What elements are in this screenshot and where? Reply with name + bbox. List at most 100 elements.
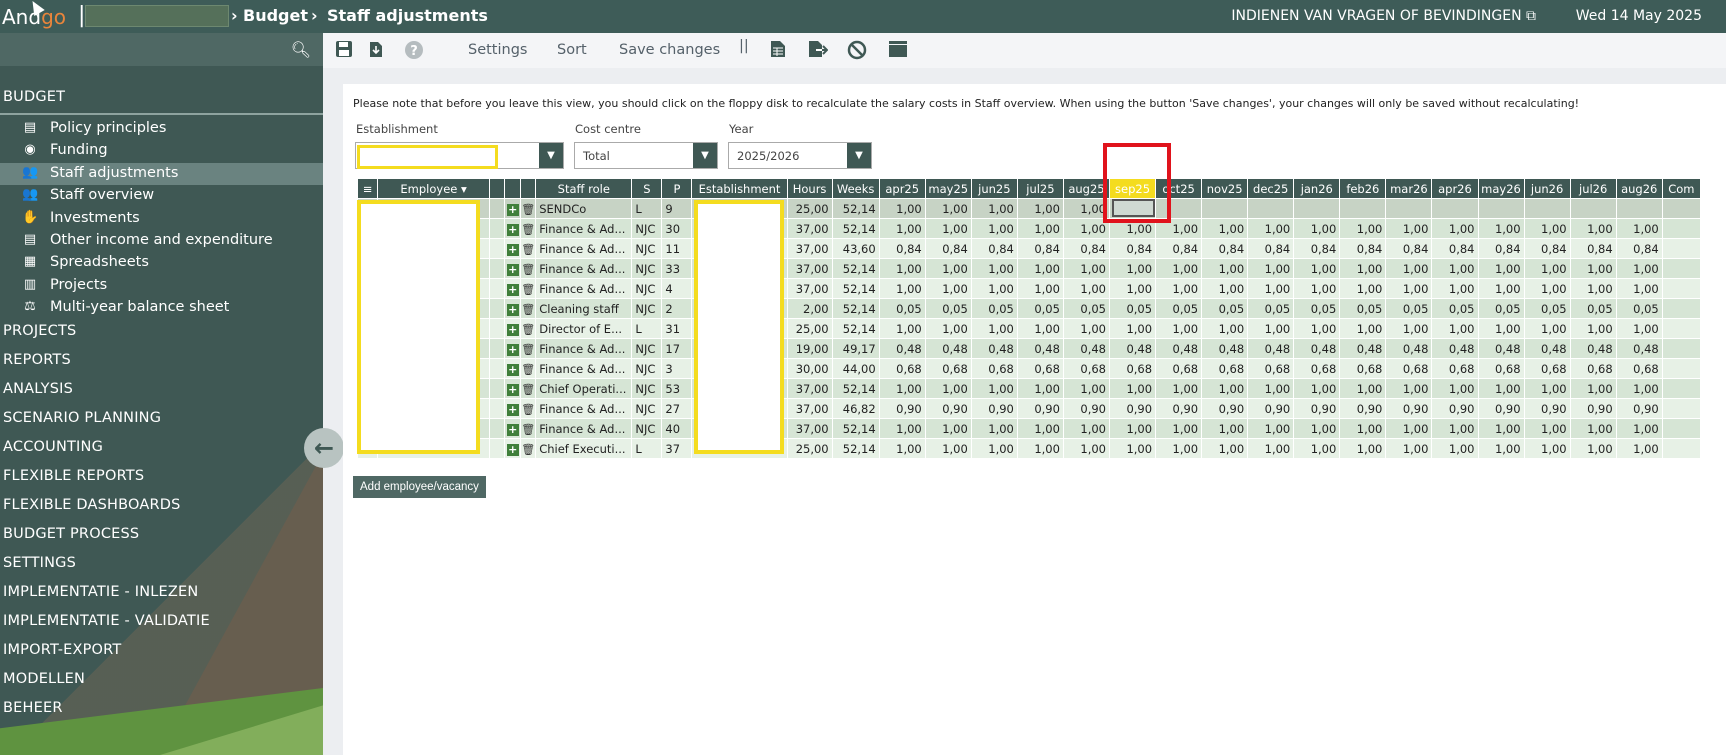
com-cell[interactable]: [1661, 338, 1702, 359]
delete-row-cell[interactable]: 🗑︎: [520, 238, 537, 259]
hours-cell[interactable]: 37,00: [786, 418, 833, 439]
month-value-cell[interactable]: 1,00: [878, 198, 926, 219]
month-value-cell[interactable]: 1,00: [1247, 418, 1295, 439]
sidebar-item-staff-overview[interactable]: 👥 Staff overview: [0, 185, 323, 207]
month-value-cell[interactable]: 0,48: [1523, 338, 1571, 359]
month-value-cell[interactable]: 0,48: [1431, 338, 1479, 359]
month-value-cell[interactable]: 1,00: [1477, 218, 1525, 239]
s-cell[interactable]: NJC: [631, 298, 663, 319]
save-changes-button[interactable]: Save changes: [619, 42, 720, 58]
column-header-staff-role[interactable]: Staff role: [535, 178, 633, 199]
column-header-month[interactable]: nov25: [1201, 178, 1249, 199]
month-value-cell[interactable]: 0,48: [1155, 338, 1203, 359]
com-cell[interactable]: [1661, 418, 1702, 439]
column-header-month[interactable]: apr26: [1431, 178, 1479, 199]
p-cell[interactable]: 33: [661, 258, 693, 279]
plus-icon[interactable]: +: [506, 263, 519, 276]
month-value-cell[interactable]: 0,90: [1569, 398, 1617, 419]
month-value-cell[interactable]: 0,84: [1523, 238, 1571, 259]
weeks-cell[interactable]: 44,00: [831, 358, 880, 379]
month-value-cell[interactable]: [1523, 198, 1571, 219]
hours-cell[interactable]: 25,00: [786, 438, 833, 459]
plus-icon[interactable]: +: [506, 403, 519, 416]
column-header-s[interactable]: S: [631, 178, 663, 199]
delete-row-cell[interactable]: 🗑︎: [520, 378, 537, 399]
month-value-cell[interactable]: 0,48: [1477, 338, 1525, 359]
column-header-p[interactable]: P: [661, 178, 693, 199]
month-value-cell[interactable]: 0,84: [1385, 238, 1433, 259]
month-value-cell[interactable]: 1,00: [1431, 278, 1479, 299]
plus-icon[interactable]: +: [506, 363, 519, 376]
month-value-cell[interactable]: 0,84: [1431, 238, 1479, 259]
month-value-cell[interactable]: 1,00: [1385, 318, 1433, 339]
collapse-sidebar-button[interactable]: ←: [304, 428, 344, 468]
spreadsheet-icon[interactable]: [767, 40, 789, 62]
table-row[interactable]: +🗑︎Chief Operati...NJC53E37,0052,141,001…: [356, 378, 1702, 399]
month-value-cell[interactable]: [1569, 198, 1617, 219]
month-value-cell[interactable]: 0,48: [1569, 338, 1617, 359]
weeks-cell[interactable]: 52,14: [831, 258, 880, 279]
month-value-cell[interactable]: 0,05: [1247, 298, 1295, 319]
com-cell[interactable]: [1661, 318, 1702, 339]
month-value-cell[interactable]: 1,00: [1016, 258, 1064, 279]
staff-role-cell[interactable]: Finance & Ad...: [535, 338, 633, 359]
month-value-cell[interactable]: 1,00: [1062, 378, 1111, 399]
p-cell[interactable]: 3: [661, 358, 693, 379]
month-value-cell[interactable]: 1,00: [1155, 318, 1203, 339]
add-row-cell[interactable]: +: [504, 358, 522, 379]
year-select[interactable]: 2025/2026 ▼: [728, 142, 872, 169]
month-value-cell[interactable]: 0,05: [1477, 298, 1525, 319]
month-value-cell[interactable]: 0,90: [1108, 398, 1157, 419]
trash-icon[interactable]: 🗑︎: [522, 243, 535, 256]
staff-role-cell[interactable]: Director of E...: [535, 318, 633, 339]
month-value-cell[interactable]: 1,00: [878, 258, 926, 279]
month-value-cell[interactable]: 1,00: [1385, 278, 1433, 299]
trash-icon[interactable]: 🗑︎: [522, 223, 535, 236]
delete-row-cell[interactable]: 🗑︎: [520, 298, 537, 319]
month-value-cell[interactable]: [1293, 198, 1341, 219]
month-value-cell[interactable]: 1,00: [1201, 278, 1249, 299]
month-value-cell[interactable]: 1,00: [1155, 418, 1203, 439]
month-value-cell[interactable]: 1,00: [1431, 438, 1479, 459]
plus-icon[interactable]: +: [506, 243, 519, 256]
add-row-cell[interactable]: +: [504, 218, 522, 239]
month-value-cell[interactable]: 0,90: [1201, 398, 1249, 419]
month-value-cell[interactable]: 0,48: [1385, 338, 1433, 359]
column-header-month[interactable]: mar26: [1385, 178, 1433, 199]
month-value-cell[interactable]: 0,05: [1016, 298, 1064, 319]
month-value-cell[interactable]: 0,68: [1201, 358, 1249, 379]
chevron-down-icon[interactable]: ▼: [847, 143, 871, 168]
caret-down-icon[interactable]: ▾: [461, 182, 467, 196]
month-value-cell[interactable]: 1,00: [1569, 218, 1617, 239]
month-value-cell[interactable]: 1,00: [1523, 218, 1571, 239]
trash-icon[interactable]: 🗑︎: [522, 283, 535, 296]
breadcrumb-budget[interactable]: Budget: [243, 6, 308, 25]
plus-icon[interactable]: +: [506, 343, 519, 356]
month-value-cell[interactable]: 1,00: [1615, 218, 1663, 239]
weeks-cell[interactable]: 52,14: [831, 278, 880, 299]
table-row[interactable]: +🗑︎Finance & Ad...NJC17E19,0049,170,480,…: [356, 338, 1702, 359]
month-value-cell[interactable]: 0,05: [878, 298, 926, 319]
hours-cell[interactable]: 30,00: [786, 358, 833, 379]
month-value-cell[interactable]: 0,68: [878, 358, 926, 379]
plus-icon[interactable]: +: [506, 443, 519, 456]
month-value-cell[interactable]: 1,00: [1293, 218, 1341, 239]
chevron-down-icon[interactable]: ▼: [539, 143, 563, 168]
delete-row-cell[interactable]: 🗑︎: [520, 258, 537, 279]
add-employee-vacancy-button[interactable]: Add employee/vacancy: [353, 476, 486, 498]
month-value-cell[interactable]: 1,00: [1155, 258, 1203, 279]
clapperboard-icon[interactable]: [887, 40, 909, 62]
month-value-cell[interactable]: 1,00: [878, 438, 926, 459]
column-header-com[interactable]: Com: [1661, 178, 1702, 199]
sidebar-section-projects[interactable]: PROJECTS: [3, 323, 76, 339]
month-value-cell[interactable]: 1,00: [1247, 318, 1295, 339]
s-cell[interactable]: NJC: [631, 338, 663, 359]
s-cell[interactable]: NJC: [631, 358, 663, 379]
column-header-month[interactable]: aug26: [1615, 178, 1663, 199]
add-row-cell[interactable]: +: [504, 258, 522, 279]
cost-centre-select[interactable]: Total ▼: [574, 142, 718, 169]
month-value-cell[interactable]: 1,00: [970, 438, 1018, 459]
p-cell[interactable]: 4: [661, 278, 693, 299]
cancel-icon[interactable]: [846, 40, 868, 62]
trash-icon[interactable]: 🗑︎: [522, 423, 535, 436]
